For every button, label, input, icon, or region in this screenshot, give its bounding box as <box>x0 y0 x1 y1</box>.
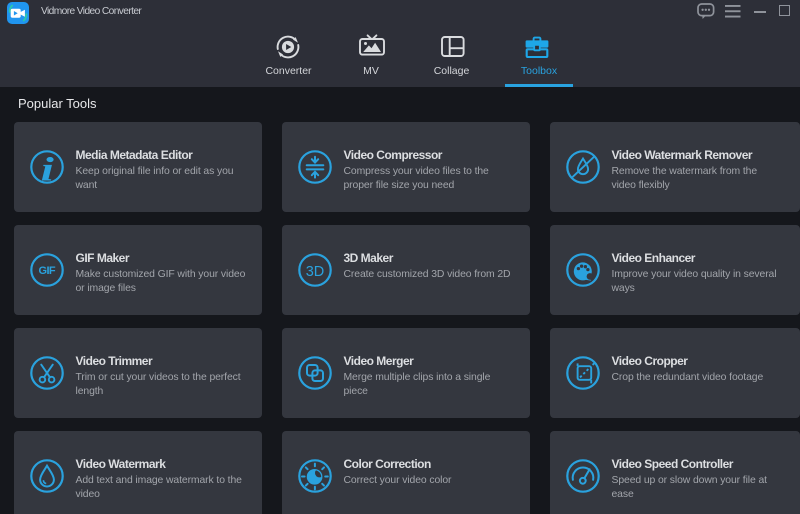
svg-text:3D: 3D <box>306 264 325 280</box>
svg-text:GIF: GIF <box>39 265 56 277</box>
svg-text:i: i <box>41 150 55 184</box>
